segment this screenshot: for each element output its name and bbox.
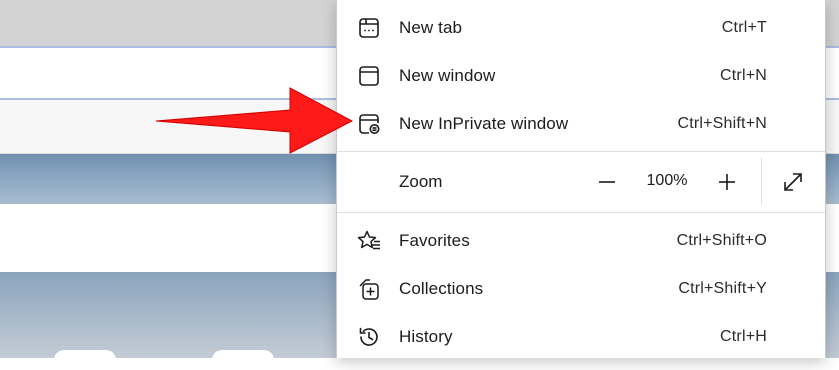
annotation-arrow [155, 87, 354, 154]
